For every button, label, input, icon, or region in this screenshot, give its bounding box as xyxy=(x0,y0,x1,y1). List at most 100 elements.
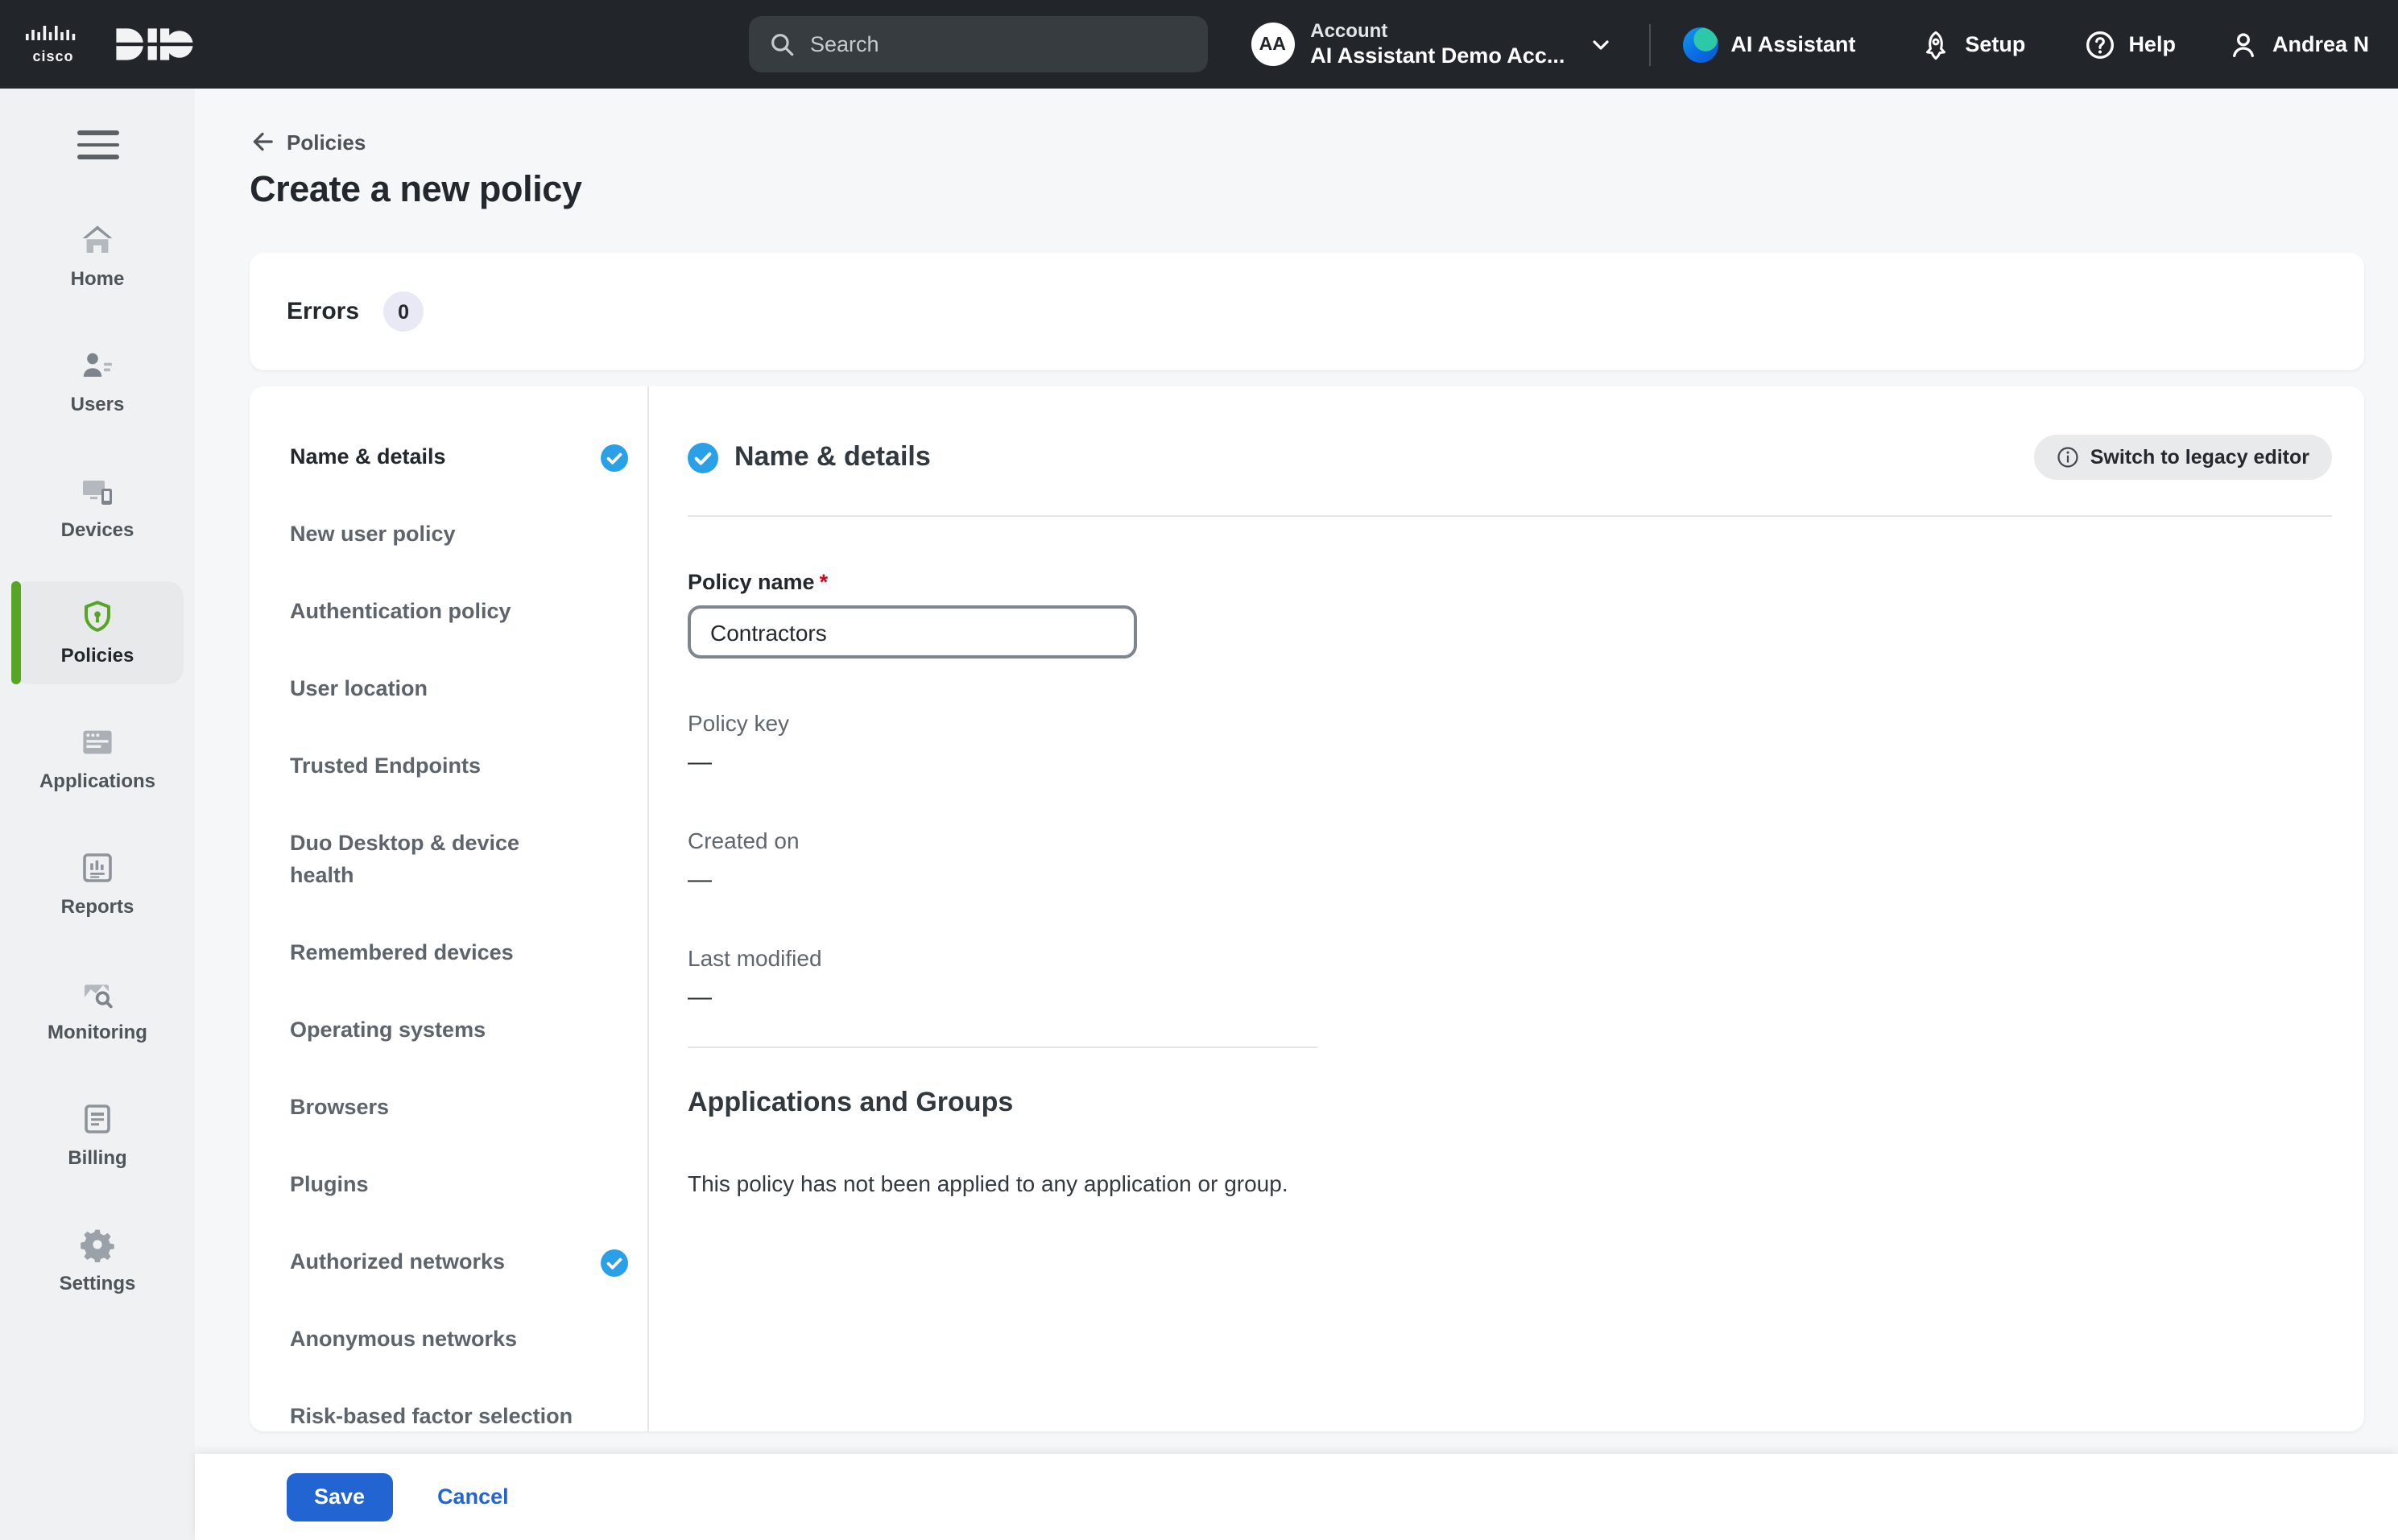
policy-key-value: — xyxy=(688,749,2332,776)
policy-nav-user-location[interactable]: User location xyxy=(290,673,647,705)
sidebar-item-label: Users xyxy=(71,393,125,415)
policy-nav-label: Authentication policy xyxy=(290,596,628,628)
topbar-link-label: Andrea N xyxy=(2272,32,2369,56)
save-button[interactable]: Save xyxy=(287,1473,392,1521)
sidebar-item-billing[interactable]: Billing xyxy=(12,1083,183,1186)
policy-nav-name-details[interactable]: Name & details xyxy=(290,441,647,473)
policy-nav-trusted-endpoints[interactable]: Trusted Endpoints xyxy=(290,750,647,782)
ai-assistant-icon xyxy=(1682,27,1718,62)
policy-nav-authorized-networks[interactable]: Authorized networks xyxy=(290,1246,647,1278)
policy-key-label: Policy key xyxy=(688,710,2332,736)
billing-icon xyxy=(79,1100,116,1138)
breadcrumb[interactable]: Policies xyxy=(250,129,366,155)
chevron-down-icon[interactable] xyxy=(1587,31,1613,57)
section-complete-check-icon xyxy=(601,444,628,471)
reports-icon xyxy=(79,848,116,887)
search-input[interactable] xyxy=(810,32,1164,56)
sidebar: Home Users Devices Policies Applications Repo… xyxy=(0,89,195,1540)
topbar-link-label: Help xyxy=(2128,32,2176,56)
app-root: cisco AA Account AI Assi xyxy=(0,0,2398,1540)
monitoring-icon xyxy=(79,974,116,1013)
main-content: Policies Create a new policy Errors 0 Na… xyxy=(195,89,2398,1540)
policy-nav-label: Plugins xyxy=(290,1169,628,1201)
policy-nav-authentication-policy[interactable]: Authentication policy xyxy=(290,596,647,628)
policy-nav-risk-based-factor-selection[interactable]: Risk-based factor selection xyxy=(290,1401,647,1431)
setup-icon xyxy=(1920,28,1952,60)
created-on-label: Created on xyxy=(688,828,2332,853)
topbar-link-setup[interactable]: Setup xyxy=(1920,28,2025,60)
back-arrow-icon xyxy=(250,129,275,155)
policy-nav-new-user-policy[interactable]: New user policy xyxy=(290,518,647,551)
duo-logo xyxy=(110,27,200,61)
sidebar-item-settings[interactable]: Settings xyxy=(12,1208,183,1311)
sidebar-item-label: Reports xyxy=(61,895,134,918)
applications-groups-title: Applications and Groups xyxy=(688,1087,2332,1119)
sidebar-item-label: Billing xyxy=(68,1146,126,1169)
sidebar-item-users[interactable]: Users xyxy=(12,329,183,432)
sidebar-item-label: Policies xyxy=(61,644,134,667)
policy-name-label: Policy name* xyxy=(688,570,2332,594)
account-avatar[interactable]: AA xyxy=(1251,23,1294,66)
policy-nav-label: Name & details xyxy=(290,441,588,473)
sidebar-item-home[interactable]: Home xyxy=(12,204,183,307)
policy-nav-plugins[interactable]: Plugins xyxy=(290,1169,647,1201)
section-complete-check-icon xyxy=(601,1249,628,1276)
sidebar-item-label: Monitoring xyxy=(48,1021,147,1043)
errors-count-badge: 0 xyxy=(383,291,424,332)
account-label: Account xyxy=(1310,19,1565,43)
page-title: Create a new policy xyxy=(250,169,2364,211)
sidebar-item-reports[interactable]: Reports xyxy=(12,832,183,935)
users-icon xyxy=(79,346,116,385)
policy-nav-browsers[interactable]: Browsers xyxy=(290,1092,647,1124)
sidebar-item-devices[interactable]: Devices xyxy=(12,455,183,558)
topbar-link-help[interactable]: Help xyxy=(2083,28,2176,60)
policy-nav-label: Anonymous networks xyxy=(290,1323,628,1356)
action-footer: Save Cancel xyxy=(195,1454,2398,1540)
policy-editor-card: Name & details New user policy Authenticat… xyxy=(250,386,2364,1431)
section-title: Name & details xyxy=(734,441,2034,473)
search-icon xyxy=(768,31,796,58)
policy-nav-operating-systems[interactable]: Operating systems xyxy=(290,1014,647,1047)
applications-icon xyxy=(79,723,116,762)
settings-icon xyxy=(79,1225,116,1264)
policy-nav-label: User location xyxy=(290,673,628,705)
policy-nav-label: Risk-based factor selection xyxy=(290,1401,628,1431)
required-asterisk: * xyxy=(820,570,829,594)
name-details-pane: Name & details Switch to legacy editor P… xyxy=(649,386,2364,1431)
menu-toggle-icon[interactable] xyxy=(76,130,118,159)
policy-name-input[interactable] xyxy=(688,605,1137,659)
sidebar-item-label: Settings xyxy=(60,1272,136,1294)
cancel-button[interactable]: Cancel xyxy=(437,1485,509,1509)
account-selector[interactable]: Account AI Assistant Demo Acc... xyxy=(1310,19,1565,70)
cisco-logo-icon xyxy=(26,25,81,46)
policy-nav-duo-desktop-device-health[interactable]: Duo Desktop & device health xyxy=(290,828,647,892)
sidebar-item-label: Applications xyxy=(39,770,155,792)
header-divider xyxy=(688,515,2332,517)
sidebar-item-applications[interactable]: Applications xyxy=(12,706,183,809)
policy-nav-remembered-devices[interactable]: Remembered devices xyxy=(290,937,647,969)
last-modified-label: Last modified xyxy=(688,945,2332,971)
duo-logo-icon xyxy=(110,27,200,61)
topbar-link-label: Setup xyxy=(1965,32,2025,56)
cisco-wordmark: cisco xyxy=(32,47,73,64)
sidebar-item-monitoring[interactable]: Monitoring xyxy=(12,957,183,1060)
user-icon xyxy=(2227,28,2259,60)
top-bar: cisco AA Account AI Assi xyxy=(0,0,2398,89)
policy-nav-anonymous-networks[interactable]: Anonymous networks xyxy=(290,1323,647,1356)
sidebar-item-label: Home xyxy=(71,267,125,290)
applications-divider xyxy=(688,1047,1317,1048)
policy-section-nav: Name & details New user policy Authenticat… xyxy=(250,386,649,1431)
sidebar-item-policies[interactable]: Policies xyxy=(12,580,183,683)
search-bar xyxy=(749,16,1208,72)
errors-card: Errors 0 xyxy=(250,253,2364,370)
applications-groups-empty-text: This policy has not been applied to any … xyxy=(688,1170,2332,1196)
devices-icon xyxy=(79,472,116,510)
errors-label: Errors xyxy=(287,298,359,325)
switch-legacy-editor-button[interactable]: Switch to legacy editor xyxy=(2034,435,2332,480)
legacy-button-label: Switch to legacy editor xyxy=(2090,446,2309,469)
topbar-link-ai-assistant[interactable]: AI Assistant xyxy=(1682,27,1855,62)
info-icon xyxy=(2057,446,2079,469)
home-icon xyxy=(79,221,116,259)
sidebar-item-label: Devices xyxy=(61,518,134,541)
topbar-link-user[interactable]: Andrea N xyxy=(2227,28,2369,60)
